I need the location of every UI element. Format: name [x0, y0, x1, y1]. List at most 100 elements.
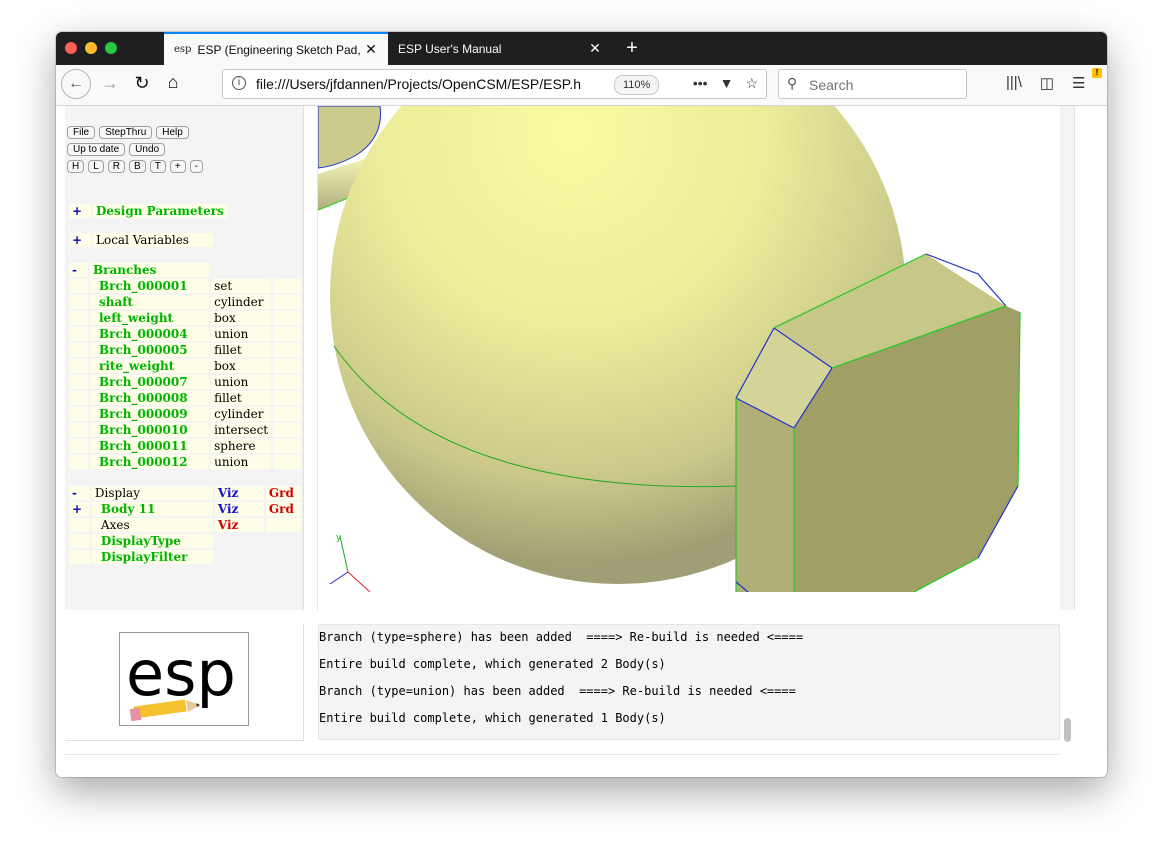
back-button[interactable]: ←: [61, 69, 91, 99]
branch-row[interactable]: shaft cylinder: [69, 295, 301, 309]
branch-name[interactable]: rite_weight: [90, 359, 210, 373]
esp-logo: esp: [119, 632, 249, 726]
tab-esp[interactable]: esp ESP (Engineering Sketch Pad, V ✕: [164, 32, 388, 65]
branch-type: sphere: [211, 439, 272, 453]
branch-type: cylinder: [211, 295, 272, 309]
tab-title: ESP (Engineering Sketch Pad, V: [197, 42, 364, 57]
tree-row-body[interactable]: + Body 11 Viz Grd: [69, 502, 301, 516]
branch-row[interactable]: Brch_000007 union: [69, 375, 301, 389]
minimize-window-button[interactable]: [85, 42, 97, 54]
zoom-level-badge[interactable]: 110%: [614, 75, 660, 95]
local-variables-label[interactable]: Local Variables: [93, 233, 213, 247]
message-log: Branch (type=sphere) has been added ====…: [318, 624, 1060, 740]
branch-name[interactable]: Brch_000008: [90, 391, 210, 405]
zoom-out-button[interactable]: -: [189, 160, 203, 173]
local-variables-table: + Local Variables: [67, 231, 215, 249]
tree-row-axes[interactable]: Axes Viz: [69, 518, 301, 532]
reload-button[interactable]: ↻: [130, 73, 154, 94]
branch-name[interactable]: Brch_000009: [90, 407, 210, 421]
stepthru-button[interactable]: StepThru: [99, 126, 153, 139]
expand-toggle[interactable]: +: [69, 502, 90, 516]
home-view-button[interactable]: H: [67, 160, 85, 173]
branch-name[interactable]: Brch_000012: [90, 455, 210, 469]
tree-row-display-filter[interactable]: DisplayFilter: [69, 550, 301, 564]
branch-name[interactable]: Brch_000007: [90, 375, 210, 389]
branch-name[interactable]: Brch_000005: [90, 343, 210, 357]
help-button[interactable]: Help: [156, 126, 189, 139]
branch-type: union: [211, 455, 272, 469]
tree-row-local-variables[interactable]: + Local Variables: [69, 233, 213, 247]
viz-toggle[interactable]: Viz: [214, 486, 264, 500]
close-window-button[interactable]: [65, 42, 77, 54]
tree-row-display[interactable]: - Display Viz Grd: [69, 486, 301, 500]
page-actions-icon[interactable]: •••: [693, 75, 708, 92]
display-type-label[interactable]: DisplayType: [91, 534, 213, 548]
branch-row[interactable]: Brch_000001 set: [69, 279, 301, 293]
branch-name[interactable]: Brch_000001: [90, 279, 210, 293]
branch-name[interactable]: Brch_000011: [90, 439, 210, 453]
branch-row[interactable]: Brch_000012 union: [69, 455, 301, 469]
branch-row[interactable]: Brch_000005 fillet: [69, 343, 301, 357]
new-tab-button[interactable]: +: [620, 36, 644, 60]
search-icon: ⚲: [787, 75, 798, 91]
expand-toggle[interactable]: +: [69, 204, 91, 218]
info-icon[interactable]: i: [232, 76, 246, 90]
branches-label[interactable]: Branches: [90, 263, 210, 277]
tab-user-manual[interactable]: ESP User's Manual ✕: [388, 32, 612, 65]
library-icon[interactable]: |||\: [1006, 74, 1022, 92]
home-button[interactable]: ⌂: [161, 72, 185, 93]
branch-name[interactable]: Brch_000010: [90, 423, 210, 437]
branch-row[interactable]: rite_weight box: [69, 359, 301, 373]
undo-button[interactable]: Undo: [129, 143, 166, 156]
branch-name[interactable]: Brch_000004: [90, 327, 210, 341]
zoom-in-button[interactable]: +: [169, 160, 186, 173]
zoom-window-button[interactable]: [105, 42, 117, 54]
bookmark-star-icon[interactable]: ☆: [745, 75, 758, 92]
grd-toggle[interactable]: Grd: [265, 486, 301, 500]
branch-name[interactable]: shaft: [90, 295, 210, 309]
branch-row[interactable]: Brch_000008 fillet: [69, 391, 301, 405]
display-filter-label[interactable]: DisplayFilter: [91, 550, 213, 564]
branch-row[interactable]: left_weight box: [69, 311, 301, 325]
esp-favicon-icon: esp: [174, 44, 192, 55]
branch-name[interactable]: left_weight: [90, 311, 210, 325]
menu-icon[interactable]: ☰: [1072, 74, 1085, 92]
sidebar-icon[interactable]: ◫: [1040, 74, 1054, 92]
left-view-button[interactable]: L: [88, 160, 104, 173]
body-label[interactable]: Body 11: [91, 502, 213, 516]
branch-type: box: [211, 311, 272, 325]
tree-row-display-type[interactable]: DisplayType: [69, 534, 301, 548]
tree-row-branches-header[interactable]: - Branches: [69, 263, 301, 277]
viz-toggle[interactable]: Viz: [214, 502, 264, 516]
branch-row[interactable]: Brch_000009 cylinder: [69, 407, 301, 421]
pocket-icon[interactable]: ▼: [720, 75, 734, 92]
right-view-button[interactable]: R: [107, 160, 126, 173]
url-text[interactable]: file:///Users/jfdannen/Projects/OpenCSM/…: [256, 76, 586, 92]
browser-window: esp ESP (Engineering Sketch Pad, V ✕ ESP…: [56, 32, 1107, 777]
viz-toggle[interactable]: Viz: [214, 518, 264, 532]
collapse-toggle[interactable]: -: [69, 486, 90, 500]
close-tab-icon[interactable]: ✕: [588, 40, 602, 57]
3d-model-render[interactable]: y: [318, 106, 1060, 592]
url-bar[interactable]: i file:///Users/jfdannen/Projects/OpenCS…: [222, 69, 767, 99]
graphics-viewport[interactable]: y: [318, 106, 1060, 592]
top-view-button[interactable]: T: [149, 160, 166, 173]
branch-row[interactable]: Brch_000010 intersect: [69, 423, 301, 437]
branch-row[interactable]: Brch_000004 union: [69, 327, 301, 341]
expand-toggle[interactable]: +: [69, 233, 91, 247]
forward-button[interactable]: →: [98, 73, 122, 94]
design-parameters-label[interactable]: Design Parameters: [93, 204, 227, 218]
bottom-view-button[interactable]: B: [129, 160, 146, 173]
grd-toggle[interactable]: Grd: [265, 502, 301, 516]
display-label: Display: [91, 486, 213, 500]
up-to-date-button[interactable]: Up to date: [67, 143, 126, 156]
branch-row[interactable]: Brch_000011 sphere: [69, 439, 301, 453]
collapse-toggle[interactable]: -: [69, 263, 88, 277]
close-tab-icon[interactable]: ✕: [364, 41, 378, 58]
search-input[interactable]: ⚲ Search: [778, 69, 967, 99]
svg-text:y: y: [336, 533, 342, 543]
log-line: Entire build complete, which generated 2…: [319, 657, 666, 671]
message-scrollbar[interactable]: [1064, 718, 1071, 742]
file-button[interactable]: File: [67, 126, 96, 139]
tree-row-design-parameters[interactable]: + Design Parameters: [69, 204, 227, 218]
